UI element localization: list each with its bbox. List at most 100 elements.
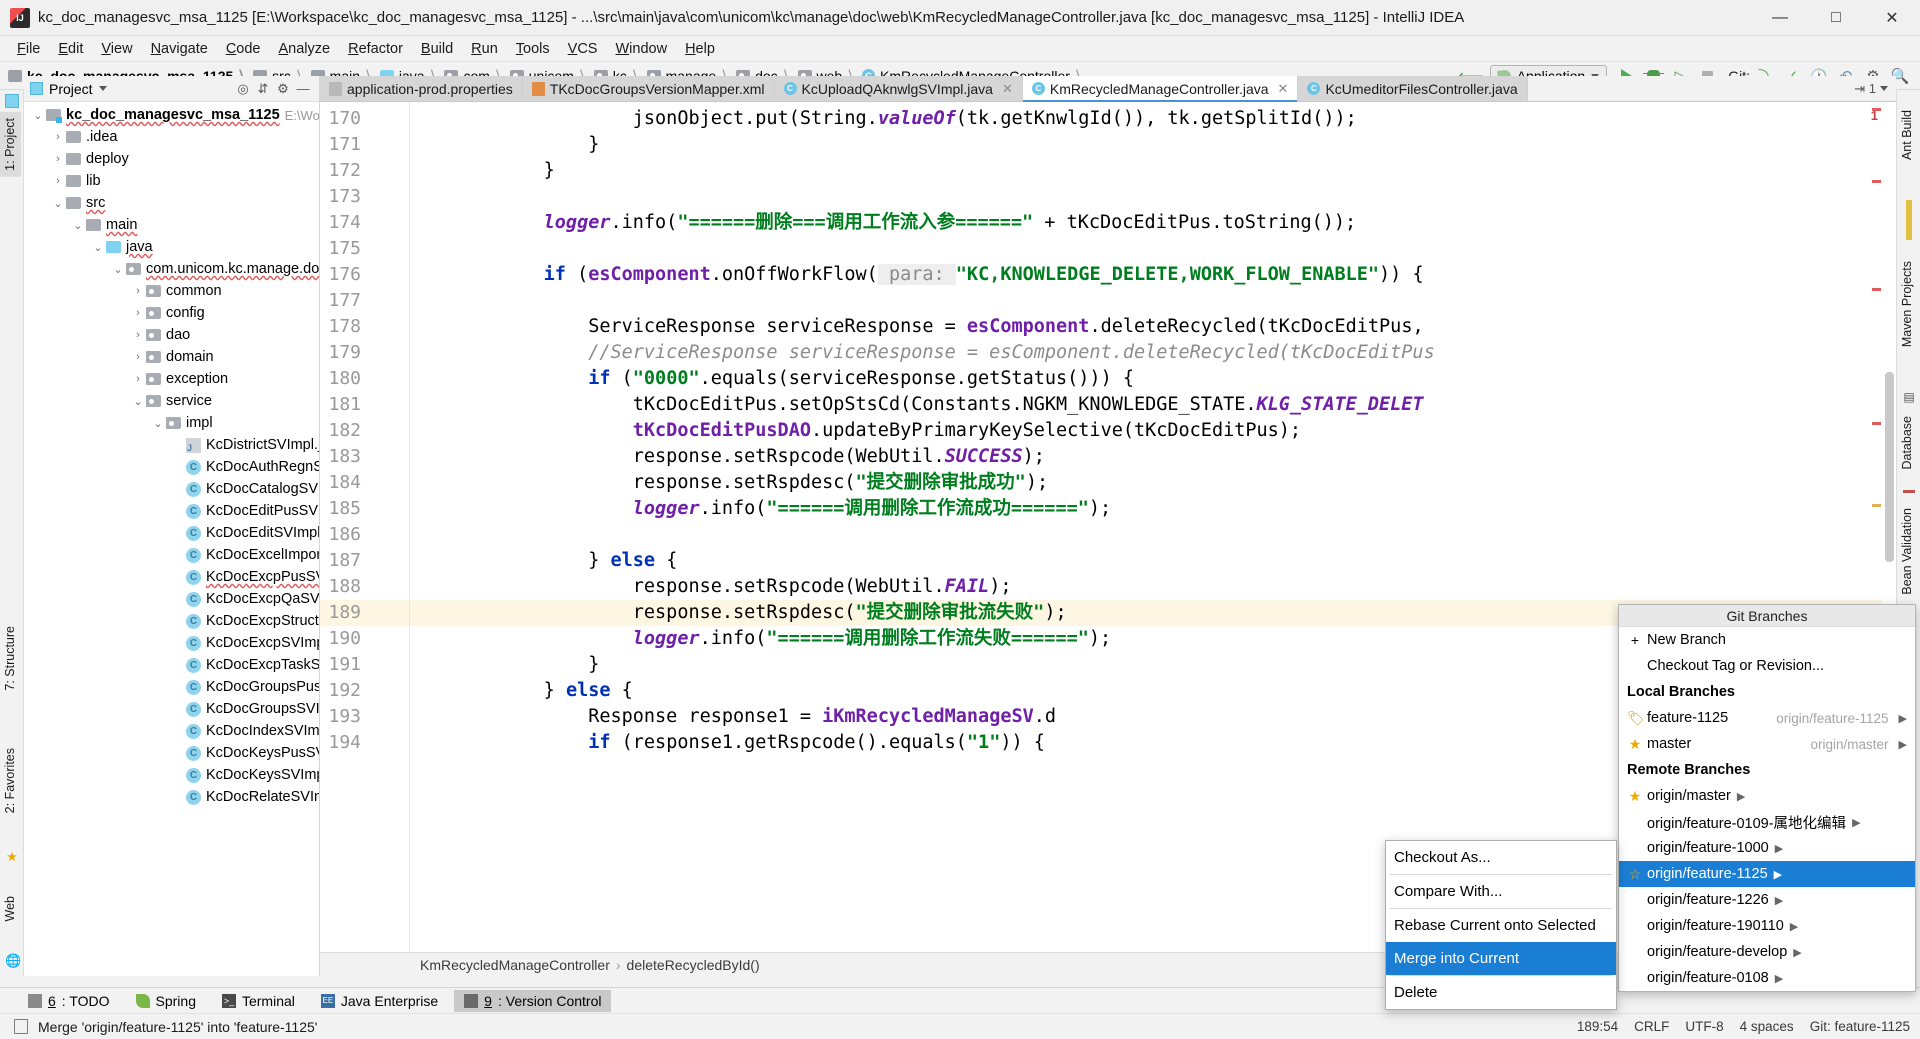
menu-item-edit[interactable]: Edit (49, 39, 92, 59)
chevron-down-icon[interactable] (98, 86, 107, 91)
close-icon[interactable]: ✕ (1278, 81, 1289, 97)
line-separator[interactable]: CRLF (1634, 1019, 1669, 1034)
breadcrumb-class[interactable]: KmRecycledManageController (420, 957, 610, 973)
tree-twisty-icon[interactable]: ⌄ (90, 241, 106, 254)
tree-node-impl[interactable]: ⌄ impl (24, 412, 319, 434)
tree-node-kcdocexcpsvimpl[interactable]: KcDocExcpSVImpl (24, 632, 319, 654)
tool-window-tab-todo[interactable]: 6: TODO (18, 990, 120, 1012)
tree-node--idea[interactable]: › .idea (24, 126, 319, 148)
error-mark[interactable] (1872, 288, 1881, 291)
event-log-icon[interactable] (14, 1019, 28, 1034)
editor-tab-kmrecycledmanagecontroller-java[interactable]: KmRecycledManageController.java ✕ (1022, 76, 1299, 102)
tree-node-kcdoceditsvimpl[interactable]: KcDocEditSVImpl (24, 522, 319, 544)
breadcrumb-method[interactable]: deleteRecycledById() (627, 957, 760, 973)
menu-item-refactor[interactable]: Refactor (339, 39, 412, 59)
context-menu-item-rebase-current-onto-selected[interactable]: Rebase Current onto Selected (1386, 909, 1616, 942)
menu-item-analyze[interactable]: Analyze (270, 39, 340, 59)
menu-item-tools[interactable]: Tools (507, 39, 559, 59)
tree-node-config[interactable]: › config (24, 302, 319, 324)
context-menu-item-checkout-as-[interactable]: Checkout As... (1386, 841, 1616, 874)
git-branches-list[interactable]: + New Branch Checkout Tag or Revision... Lo… (1619, 627, 1915, 991)
tree-node-kcdocauthregnsvi[interactable]: KcDocAuthRegnSVI (24, 456, 319, 478)
tree-node-exception[interactable]: › exception (24, 368, 319, 390)
menu-item-file[interactable]: File (8, 39, 49, 59)
menu-item-run[interactable]: Run (462, 39, 507, 59)
minimize-button[interactable]: — (1752, 0, 1808, 36)
sidebar-tab-structure[interactable]: 7: Structure (0, 620, 21, 697)
sidebar-tab-favorites[interactable]: 2: Favorites (0, 742, 21, 819)
tree-twisty-icon[interactable]: ⌄ (130, 395, 146, 408)
tree-twisty-icon[interactable]: ⌄ (50, 197, 66, 210)
local-branch-feature-1125[interactable]: 🏷 feature-1125 origin/feature-1125 ▶ (1619, 705, 1915, 731)
sidebar-tab-ant-build[interactable]: Ant Build (1896, 104, 1918, 166)
tree-node-kcdockeyspussvim[interactable]: KcDocKeysPusSVIm (24, 742, 319, 764)
tree-twisty-icon[interactable]: › (130, 373, 146, 385)
project-tree[interactable]: ⌄ kc_doc_managesvc_msa_1125E:\Workspa › .id… (24, 102, 319, 976)
tree-twisty-icon[interactable]: › (50, 153, 66, 165)
context-menu-item-compare-with-[interactable]: Compare With... (1386, 875, 1616, 908)
tree-twisty-icon[interactable]: ⌄ (70, 219, 86, 232)
menu-item-code[interactable]: Code (217, 39, 270, 59)
tree-twisty-icon[interactable]: › (50, 131, 66, 143)
remote-branch-origin-feature-190110[interactable]: origin/feature-190110 ▶ (1619, 913, 1915, 939)
close-button[interactable]: ✕ (1864, 0, 1920, 36)
branch-context-menu[interactable]: Checkout As... Compare With... Rebase Curr… (1385, 840, 1617, 1010)
menu-item-vcs[interactable]: VCS (559, 39, 607, 59)
tree-node-java[interactable]: ⌄ java (24, 236, 319, 258)
scroll-from-source-icon[interactable]: ◎ (233, 81, 253, 97)
sidebar-tab-web[interactable]: Web (0, 890, 21, 927)
tree-node-kcdocexcpstructsv[interactable]: KcDocExcpStructSV (24, 610, 319, 632)
warning-mark[interactable] (1872, 504, 1881, 507)
tree-node-kcdoceditpussvimp[interactable]: KcDocEditPusSVImp (24, 500, 319, 522)
tree-node-service[interactable]: ⌄ service (24, 390, 319, 412)
tree-node-kcdocgroupssvimp[interactable]: KcDocGroupsSVImp (24, 698, 319, 720)
editor-tab-kcumeditorfilescontroller-java[interactable]: KcUmeditorFilesController.java (1298, 76, 1528, 101)
editor-tab-overflow[interactable]: ⇥ 1 (1846, 76, 1896, 101)
tree-node-kcdistrictsvimpl-jav[interactable]: KcDistrictSVImpl.jav (24, 434, 319, 456)
editor-tab-tkcdocgroupsversionmapper-xml[interactable]: TKcDocGroupsVersionMapper.xml (522, 76, 775, 101)
sidebar-tab-maven-projects[interactable]: Maven Projects (1896, 255, 1918, 353)
tool-window-tab-terminal[interactable]: >_ Terminal (212, 990, 305, 1012)
tree-node-kcdocexcppussvim[interactable]: KcDocExcpPusSVIm (24, 566, 319, 588)
menu-item-navigate[interactable]: Navigate (142, 39, 217, 59)
remote-branch-origin-feature-1226[interactable]: origin/feature-1226 ▶ (1619, 887, 1915, 913)
tree-node-kcdocexcpqasvimp[interactable]: KcDocExcpQaSVImp (24, 588, 319, 610)
remote-branch-origin-feature-1125[interactable]: ☆ origin/feature-1125 ▶ (1619, 861, 1915, 887)
tree-twisty-icon[interactable]: ⌄ (30, 109, 46, 122)
tree-node-deploy[interactable]: › deploy (24, 148, 319, 170)
menu-item-help[interactable]: Help (676, 39, 724, 59)
git-action-new-branch[interactable]: + New Branch (1619, 627, 1915, 653)
close-icon[interactable]: ✕ (1002, 81, 1013, 97)
menu-item-build[interactable]: Build (412, 39, 462, 59)
remote-branch-origin-feature-0108[interactable]: origin/feature-0108 ▶ (1619, 965, 1915, 991)
settings-gear-icon[interactable]: ⚙ (273, 81, 293, 97)
tool-window-tab-version-control[interactable]: 9: Version Control (454, 989, 612, 1012)
error-mark[interactable] (1872, 422, 1881, 425)
scrollbar-thumb[interactable] (1885, 372, 1894, 562)
git-branch-status[interactable]: Git: feature-1125 (1810, 1019, 1910, 1034)
tree-node-kcdocexcelimports[interactable]: KcDocExcelImportS (24, 544, 319, 566)
tree-node-kc-doc-managesvc-msa-1125[interactable]: ⌄ kc_doc_managesvc_msa_1125E:\Workspa (24, 104, 319, 126)
menu-item-window[interactable]: Window (606, 39, 676, 59)
tree-node-src[interactable]: ⌄ src (24, 192, 319, 214)
local-branch-master[interactable]: ★ master origin/master ▶ (1619, 731, 1915, 757)
tree-node-main[interactable]: ⌄ main (24, 214, 319, 236)
editor-tab-kcuploadqaknwlgsvimpl-java[interactable]: KcUploadQAknwlgSVImpl.java ✕ (774, 76, 1023, 101)
indent-setting[interactable]: 4 spaces (1740, 1019, 1794, 1034)
editor-gutter[interactable]: 170 171 172 173 174 175 176 177 178 179 180 181 182 1… (320, 102, 410, 952)
context-menu-item-merge-into-current[interactable]: Merge into Current (1386, 942, 1616, 975)
tree-twisty-icon[interactable]: ⌄ (150, 417, 166, 430)
editor-tab-application-prod-properties[interactable]: application-prod.properties (320, 76, 523, 101)
sidebar-tab-project[interactable]: 1: Project (0, 112, 21, 177)
caret-position[interactable]: 189:54 (1577, 1019, 1618, 1034)
tree-node-kcdocrelatesvimpl[interactable]: KcDocRelateSVImpl (24, 786, 319, 808)
tree-node-kcdoccatalogsvim[interactable]: KcDocCatalogSVIm (24, 478, 319, 500)
collapse-all-icon[interactable]: ⇵ (253, 81, 273, 97)
maximize-button[interactable]: □ (1808, 0, 1864, 36)
menu-item-view[interactable]: View (92, 39, 141, 59)
remote-branch-origin-feature-1000[interactable]: origin/feature-1000 ▶ (1619, 835, 1915, 861)
error-mark[interactable] (1872, 180, 1881, 183)
remote-branch-origin-master[interactable]: ★ origin/master ▶ (1619, 783, 1915, 809)
sidebar-tab-bean-validation[interactable]: Bean Validation (1896, 502, 1918, 601)
tree-twisty-icon[interactable]: › (130, 329, 146, 341)
